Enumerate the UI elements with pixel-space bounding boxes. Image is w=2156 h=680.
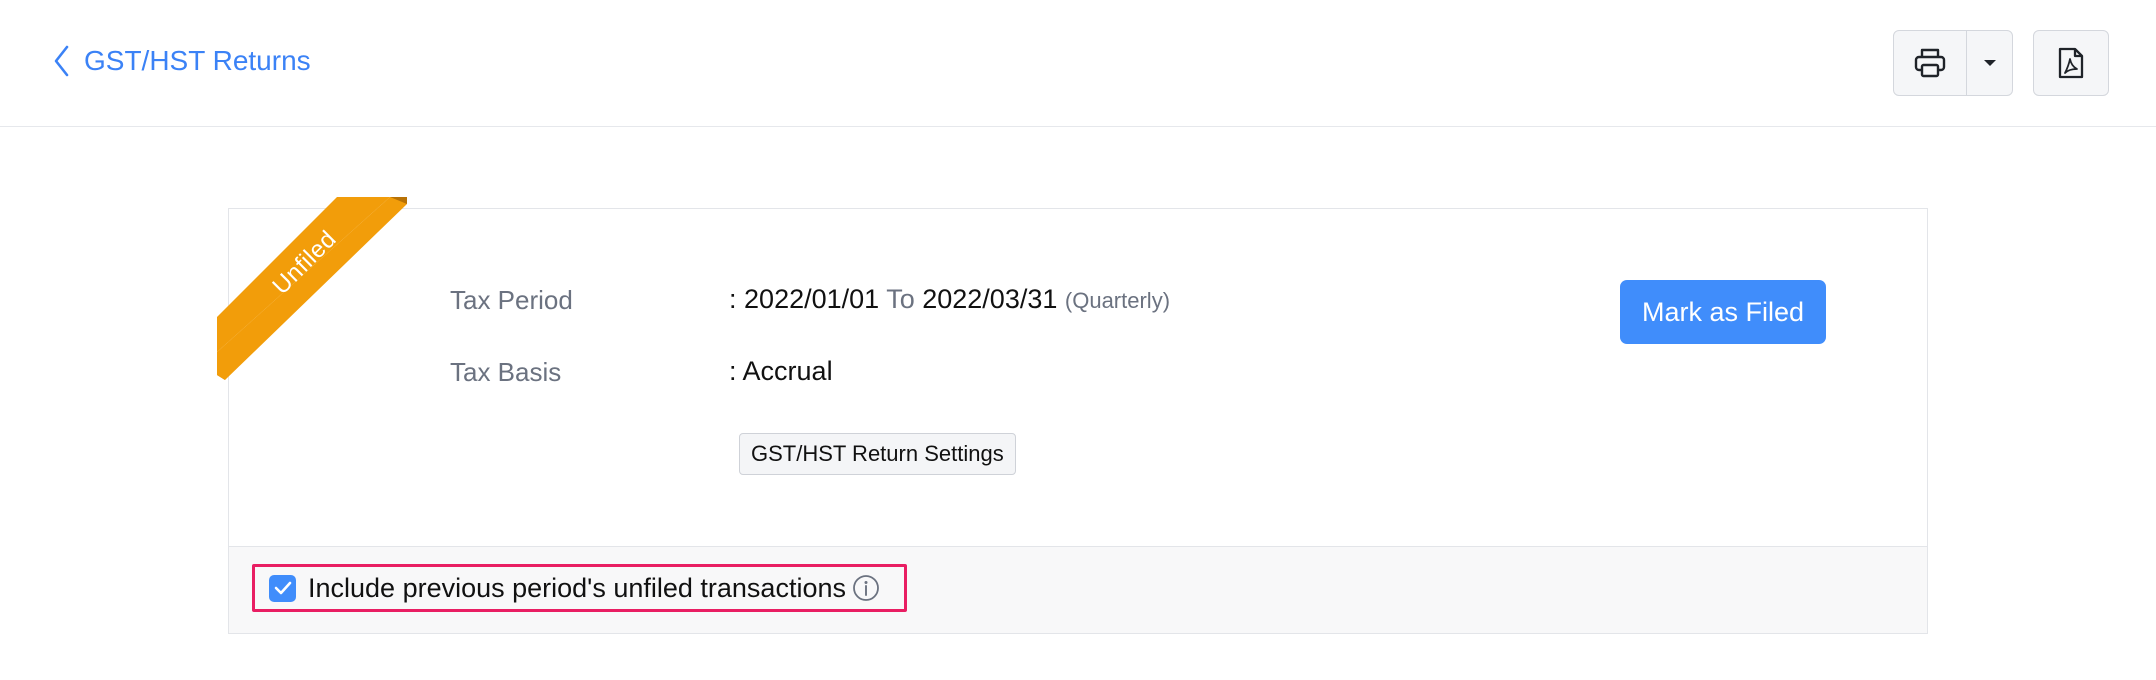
status-ribbon: Unfiled	[217, 197, 417, 397]
period-from: 2022/01/01	[744, 284, 880, 314]
tax-period-label: Tax Period	[450, 285, 573, 315]
info-icon[interactable]	[852, 574, 880, 602]
print-button-group	[1893, 30, 2013, 96]
separator: :	[729, 356, 737, 386]
caret-down-icon	[1983, 60, 1996, 66]
print-button[interactable]	[1894, 31, 1967, 95]
chevron-left-icon	[54, 45, 69, 77]
period-frequency: (Quarterly)	[1064, 288, 1171, 313]
tax-basis-value: : Accrual	[729, 356, 833, 387]
separator: :	[729, 284, 737, 314]
top-bar: GST/HST Returns	[0, 0, 2156, 127]
print-options-dropdown[interactable]	[1967, 31, 2012, 95]
back-link[interactable]: GST/HST Returns	[52, 40, 311, 82]
period-to-word: To	[886, 284, 915, 314]
period-to: 2022/03/31	[922, 284, 1058, 314]
tax-basis-label: Tax Basis	[450, 357, 562, 387]
back-link-label: GST/HST Returns	[84, 45, 311, 76]
include-previous-option: Include previous period's unfiled transa…	[252, 564, 907, 612]
pdf-button[interactable]	[2033, 30, 2109, 96]
return-settings-button[interactable]: GST/HST Return Settings	[739, 433, 1016, 475]
checkmark-icon	[274, 581, 291, 595]
include-previous-label[interactable]: Include previous period's unfiled transa…	[308, 573, 846, 604]
basis-value: Accrual	[742, 356, 833, 386]
tax-return-card: Unfiled Tax Period : 2022/01/01 To 2022/…	[217, 197, 1928, 634]
include-previous-checkbox[interactable]	[269, 574, 296, 602]
tax-period-value: : 2022/01/01 To 2022/03/31 (Quarterly)	[729, 284, 1170, 315]
pdf-icon	[2058, 47, 2084, 79]
printer-icon	[1914, 48, 1946, 78]
mark-as-filed-button[interactable]: Mark as Filed	[1620, 280, 1826, 344]
